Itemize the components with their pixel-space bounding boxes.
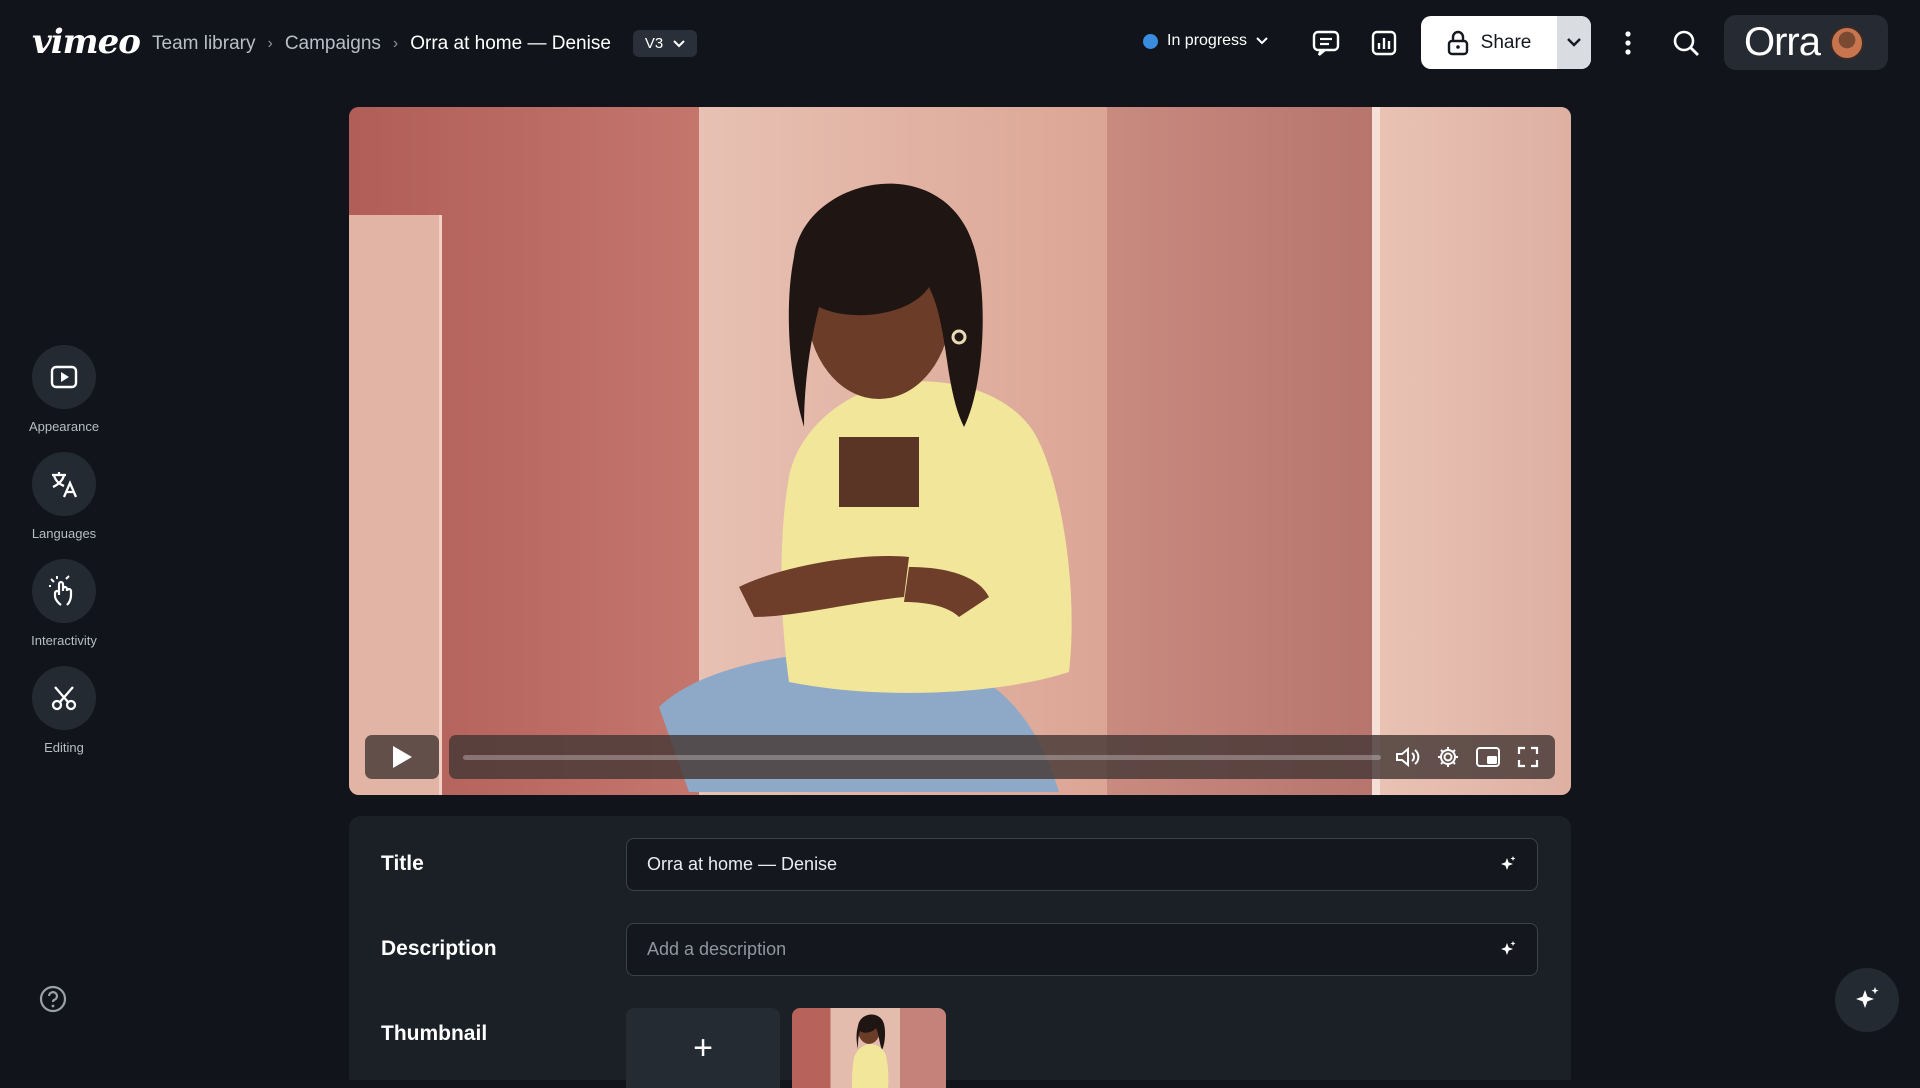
avatar — [1830, 25, 1864, 60]
share-options-button[interactable] — [1557, 16, 1591, 69]
sidebar-item-label: Languages — [31, 526, 97, 541]
comment-icon — [1312, 30, 1340, 56]
sidebar-item-interactivity[interactable]: Interactivity — [0, 559, 128, 648]
status-label: In progress — [1167, 32, 1248, 49]
volume-icon — [1396, 746, 1420, 768]
description-placeholder: Add a description — [647, 939, 787, 959]
play-icon — [393, 746, 412, 768]
thumbnail-option[interactable] — [792, 1008, 946, 1088]
description-field[interactable]: Add a description — [626, 923, 1538, 976]
breadcrumb-team-library[interactable]: Team library — [152, 33, 255, 55]
sparkle-icon[interactable] — [1499, 940, 1517, 959]
breadcrumb-separator: › — [267, 34, 273, 52]
sparkle-icon — [1856, 987, 1879, 1008]
sidebar-item-languages[interactable]: Languages — [0, 452, 128, 541]
version-label: V3 — [644, 35, 664, 52]
version-dropdown[interactable]: V3 — [632, 30, 698, 57]
ai-assistant-button[interactable] — [1835, 968, 1899, 1032]
scissors-icon — [51, 686, 77, 711]
gear-icon — [1438, 747, 1458, 767]
more-vertical-icon — [1625, 31, 1631, 55]
analytics-button[interactable] — [1368, 27, 1400, 59]
thumbnail-preview-illustration — [852, 1014, 889, 1088]
lock-icon — [1447, 30, 1468, 55]
sidebar-item-editing[interactable]: Editing — [0, 666, 128, 755]
status-dot-icon — [1143, 33, 1158, 49]
sidebar-item-label: Editing — [44, 740, 84, 755]
search-icon — [1673, 30, 1699, 56]
picture-in-picture-button[interactable] — [1475, 744, 1501, 770]
player-bar — [449, 735, 1555, 779]
sidebar-item-label: Appearance — [28, 419, 100, 434]
workspace-switcher[interactable]: Orra — [1724, 15, 1888, 70]
play-button[interactable] — [365, 735, 439, 779]
comments-button[interactable] — [1310, 27, 1342, 59]
breadcrumb: Team library › Campaigns › Orra at home … — [152, 30, 698, 57]
plus-icon: + — [693, 1029, 713, 1067]
sidebar-icon-wrap — [32, 345, 96, 409]
help-icon — [39, 985, 67, 1013]
share-label: Share — [1480, 31, 1532, 53]
video-frame — [349, 215, 439, 795]
video-person-illustration — [659, 183, 1072, 792]
status-dropdown[interactable]: In progress — [1143, 32, 1268, 50]
chevron-down-icon — [1567, 38, 1581, 47]
top-bar: vimeo Team library › Campaigns › Orra at… — [0, 0, 1920, 86]
share-button-group: Share — [1421, 16, 1591, 69]
vimeo-logo[interactable]: vimeo — [32, 22, 141, 62]
video-player[interactable] — [349, 107, 1571, 795]
title-value: Orra at home — Denise — [647, 854, 838, 874]
title-field[interactable]: Orra at home — Denise — [626, 838, 1538, 891]
hand-pointer-icon — [49, 575, 73, 606]
sidebar-icon-wrap — [32, 559, 96, 623]
breadcrumb-current: Orra at home — Denise — [410, 32, 611, 54]
sidebar-item-label: Interactivity — [31, 633, 97, 648]
description-label: Description — [381, 937, 497, 960]
workspace-logo: Orra — [1744, 20, 1821, 64]
video-details-panel: Title Orra at home — Denise Description … — [349, 816, 1571, 1088]
translate-icon — [52, 472, 78, 498]
settings-button[interactable] — [1435, 744, 1461, 770]
progress-bar[interactable] — [463, 754, 1381, 760]
volume-button[interactable] — [1395, 744, 1421, 770]
video-frame — [1380, 107, 1571, 795]
fullscreen-icon — [1517, 746, 1539, 768]
help-button[interactable] — [38, 984, 68, 1014]
add-thumbnail-button[interactable]: + — [626, 1008, 780, 1088]
thumbnail-label: Thumbnail — [381, 1022, 488, 1045]
share-button[interactable]: Share — [1421, 16, 1557, 69]
breadcrumb-campaigns[interactable]: Campaigns — [285, 33, 381, 55]
more-options-button[interactable] — [1612, 27, 1644, 59]
sidebar-item-appearance[interactable]: Appearance — [0, 345, 128, 434]
chevron-down-icon — [673, 39, 685, 47]
video-frame — [439, 215, 442, 795]
pip-icon — [1476, 747, 1500, 767]
sidebar-icon-wrap — [32, 666, 96, 730]
fullscreen-button[interactable] — [1515, 744, 1541, 770]
search-button[interactable] — [1670, 27, 1702, 59]
chevron-down-icon — [1256, 37, 1268, 45]
video-frame — [1372, 107, 1380, 795]
chart-icon — [1371, 30, 1397, 56]
sidebar-icon-wrap — [32, 452, 96, 516]
player-controls — [365, 735, 1555, 779]
play-square-icon — [50, 365, 78, 389]
breadcrumb-separator: › — [392, 34, 399, 52]
title-label: Title — [381, 852, 424, 875]
sparkle-icon[interactable] — [1499, 855, 1517, 874]
